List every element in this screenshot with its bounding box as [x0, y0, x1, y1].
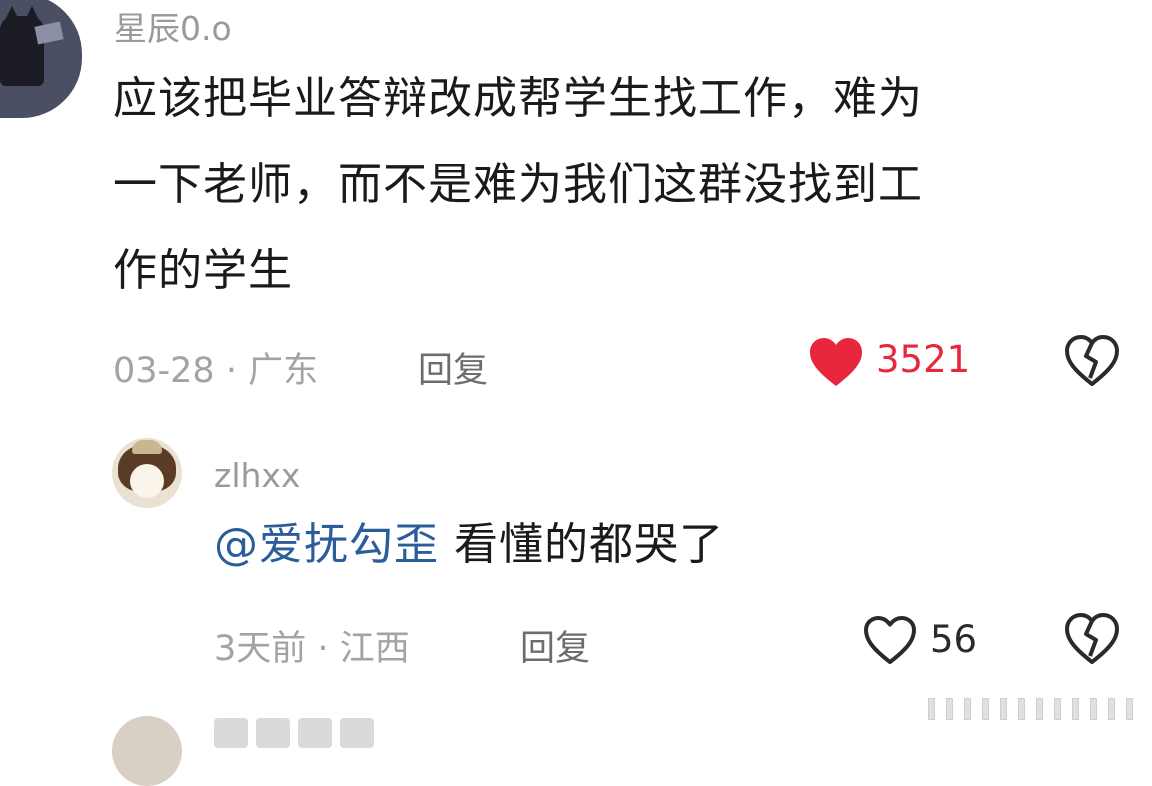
commenter-avatar[interactable]	[0, 0, 82, 118]
like-count: 56	[930, 618, 978, 661]
comment-location: 广东	[248, 351, 319, 391]
comment-text-line: 一下老师，而不是难为我们这群没找到工	[113, 158, 923, 210]
reply-date: 3天前	[214, 629, 307, 669]
face-icon	[130, 464, 164, 498]
reply-text: @爱抚勾歪 看懂的都哭了	[214, 514, 724, 576]
cat-ear-icon	[24, 6, 40, 22]
dislike-button[interactable]	[1064, 334, 1120, 392]
comment-text: 应该把毕业答辩改成帮学生找工作，难为 一下老师，而不是难为我们这群没找到工 作的…	[113, 56, 1113, 313]
broken-heart-icon	[1065, 613, 1119, 664]
reply-meta: 3天前 · 江西	[214, 620, 410, 671]
cat-ear-icon	[4, 6, 20, 22]
comment-text-line: 作的学生	[113, 244, 293, 296]
heart-outline-icon	[864, 616, 916, 664]
next-commenter-avatar[interactable]	[112, 716, 182, 786]
comment-username[interactable]: 星辰0.o	[114, 2, 232, 50]
mention-link[interactable]: @爱抚勾歪	[214, 519, 439, 570]
reply-username[interactable]: zlhxx	[214, 456, 300, 495]
like-button[interactable]	[808, 336, 864, 388]
broken-heart-icon	[1065, 335, 1119, 386]
heart-filled-icon	[810, 338, 862, 386]
like-count: 3521	[876, 338, 971, 381]
reply-button[interactable]: 回复	[520, 620, 590, 671]
hat-icon	[132, 440, 162, 454]
next-username-placeholder	[214, 718, 414, 748]
meta-separator: ·	[225, 351, 237, 391]
comment-date: 03-28	[113, 351, 215, 391]
reply-location: 江西	[339, 629, 410, 669]
dislike-button[interactable]	[1064, 612, 1120, 670]
like-button[interactable]	[862, 614, 918, 666]
reply-button[interactable]: 回复	[418, 342, 488, 393]
sign-icon	[34, 21, 64, 45]
replier-avatar[interactable]	[112, 438, 182, 508]
reply-body: 看懂的都哭了	[454, 519, 724, 570]
comment-text-line: 应该把毕业答辩改成帮学生找工作，难为	[113, 73, 923, 124]
watermark	[928, 694, 1140, 724]
meta-separator: ·	[317, 629, 329, 669]
comment-meta: 03-28 · 广东	[113, 342, 318, 393]
